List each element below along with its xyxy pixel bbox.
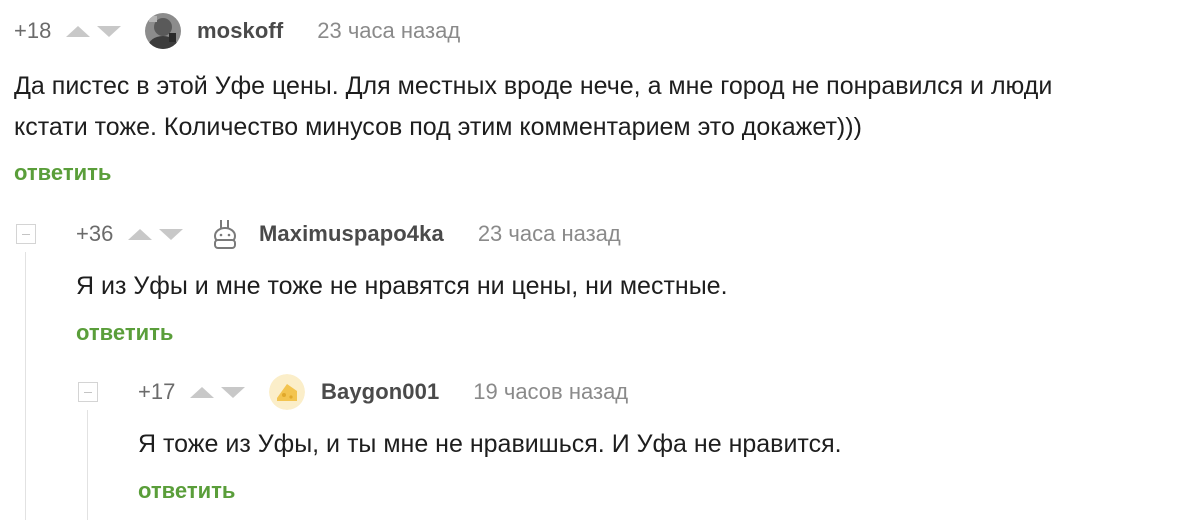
cheese-icon bbox=[269, 374, 305, 410]
comment-text-line: Я из Уфы и мне тоже не нравятся ни цены,… bbox=[76, 272, 728, 300]
comment-time: 19 часов назад bbox=[473, 379, 629, 404]
comment-username[interactable]: Baygon001 bbox=[321, 379, 439, 405]
thread-branch-line[interactable] bbox=[25, 252, 26, 520]
bunny-icon bbox=[214, 220, 236, 249]
comment-header: +36 Maximuspapo4ka 23 часа назад bbox=[76, 216, 621, 252]
vote-controls bbox=[128, 228, 183, 240]
comment-body: Я тоже из Уфы, и ты мне не нравишься. И … bbox=[138, 424, 842, 465]
comment-username[interactable]: Maximuspapo4ka bbox=[259, 221, 444, 247]
comment-text-line: Да пистес в этой Уфе цены. Для местных в… bbox=[14, 72, 1053, 100]
comment-rating: +18 bbox=[14, 18, 52, 43]
comment-username[interactable]: moskoff bbox=[197, 18, 283, 44]
thread-branch-line[interactable] bbox=[87, 410, 88, 520]
upvote-icon[interactable] bbox=[190, 386, 214, 398]
comment-time: 23 часа назад bbox=[317, 18, 461, 43]
comment-text-line: Я тоже из Уфы, и ты мне не нравишься. И … bbox=[138, 430, 842, 458]
comment-time: 23 часа назад bbox=[477, 221, 621, 246]
upvote-icon[interactable] bbox=[66, 25, 90, 37]
vote-controls bbox=[190, 386, 245, 398]
comment-body: Я из Уфы и мне тоже не нравятся ни цены,… bbox=[76, 266, 728, 307]
reply-button[interactable]: ответить bbox=[14, 160, 111, 186]
comment-header: +18 moskoff 23 часа назад bbox=[14, 13, 460, 49]
comment-body: Да пистес в этой Уфе цены. Для местных в… bbox=[14, 66, 1052, 148]
downvote-icon[interactable] bbox=[221, 386, 245, 398]
reply-button[interactable]: ответить bbox=[138, 478, 235, 504]
collapse-thread-button[interactable] bbox=[78, 382, 98, 402]
downvote-icon[interactable] bbox=[97, 25, 121, 37]
downvote-icon[interactable] bbox=[159, 228, 183, 240]
avatar[interactable] bbox=[145, 13, 181, 49]
avatar[interactable] bbox=[207, 216, 243, 252]
comment-header: +17 Baygon001 19 часов назад bbox=[138, 374, 628, 410]
collapse-thread-button[interactable] bbox=[16, 224, 36, 244]
comment-rating: +36 bbox=[76, 221, 114, 246]
vote-controls bbox=[66, 25, 121, 37]
upvote-icon[interactable] bbox=[128, 228, 152, 240]
avatar[interactable] bbox=[269, 374, 305, 410]
reply-button[interactable]: ответить bbox=[76, 320, 173, 346]
comment-rating: +17 bbox=[138, 379, 176, 404]
comment-text-line: кстати тоже. Количество минусов под этим… bbox=[14, 113, 862, 141]
photo-avatar-icon bbox=[145, 13, 181, 49]
